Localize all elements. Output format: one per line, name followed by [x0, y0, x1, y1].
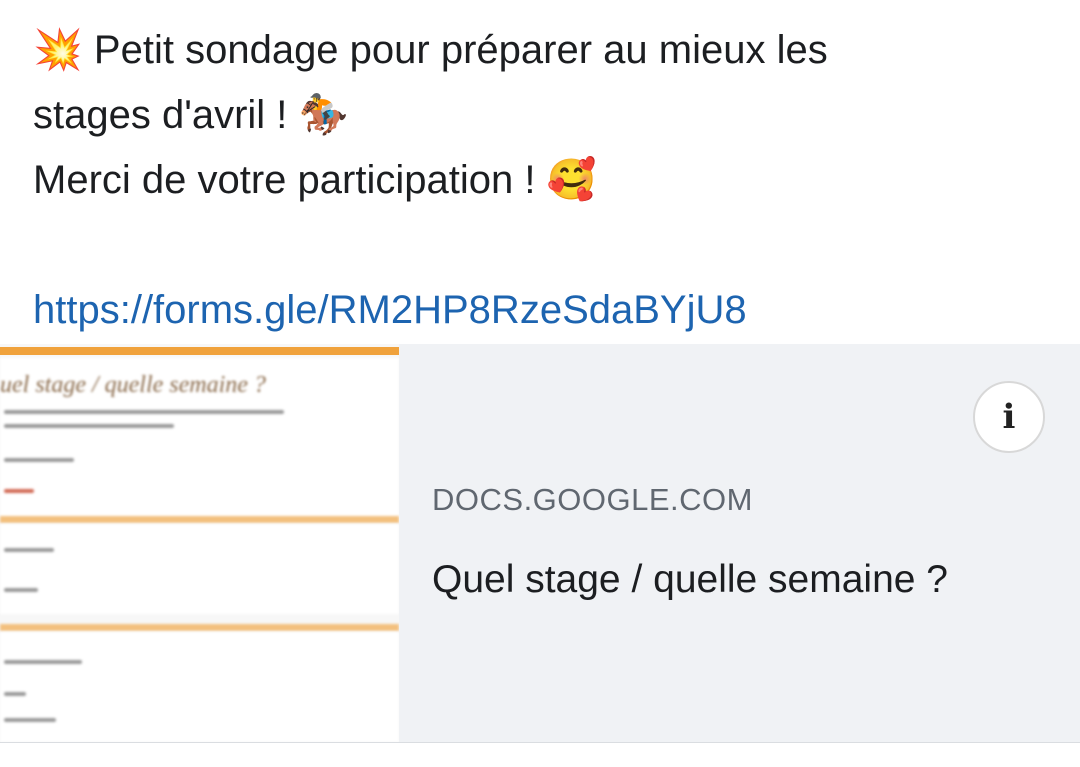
preview-title: Quel stage / quelle semaine ? — [432, 558, 948, 601]
thumbnail-text-line — [4, 424, 174, 428]
thumbnail-text-line — [4, 588, 38, 592]
post-text-line-1: Petit sondage pour préparer au mieux les — [82, 28, 828, 72]
thumbnail-section — [0, 524, 399, 614]
info-icon[interactable]: i — [973, 381, 1045, 453]
post-line-3: Merci de votre participation ! 🥰 — [33, 148, 1053, 213]
thumbnail-header-bar — [0, 347, 399, 355]
thumbnail-text-line — [4, 718, 56, 722]
sparkle-emoji-icon: 💥 — [33, 27, 83, 73]
thumbnail-text-line — [4, 548, 54, 552]
thumbnail-text-line — [4, 458, 74, 462]
link-preview-card[interactable]: uel stage / quelle semaine ? i DOCS.GOOG… — [0, 344, 1080, 743]
thumbnail-separator — [0, 516, 399, 523]
post-text: 💥 Petit sondage pour préparer au mieux l… — [33, 18, 1053, 343]
post-text-line-3: Merci de votre participation ! — [33, 158, 547, 202]
post-line-2: stages d'avril ! 🏇 — [33, 83, 1053, 148]
thumbnail-text-line — [4, 410, 284, 414]
thumbnail-text-line — [4, 660, 82, 664]
thumbnail-required-mark — [4, 489, 34, 493]
thumbnail-separator — [0, 624, 399, 631]
thumbnail-form-title: uel stage / quelle semaine ? — [0, 372, 266, 398]
post-text-line-2: stages d'avril ! — [33, 93, 299, 137]
preview-domain: DOCS.GOOGLE.COM — [432, 482, 753, 517]
form-link[interactable]: https://forms.gle/RM2HP8RzeSdaBYjU8 — [33, 278, 747, 343]
thumbnail-text-line — [4, 692, 26, 696]
smiling-hearts-emoji-icon: 🥰 — [546, 157, 597, 203]
preview-thumbnail: uel stage / quelle semaine ? — [0, 344, 399, 742]
post-line-1: 💥 Petit sondage pour préparer au mieux l… — [33, 18, 1053, 83]
thumbnail-section — [0, 632, 399, 742]
horse-racing-emoji-icon: 🏇 — [298, 92, 349, 138]
